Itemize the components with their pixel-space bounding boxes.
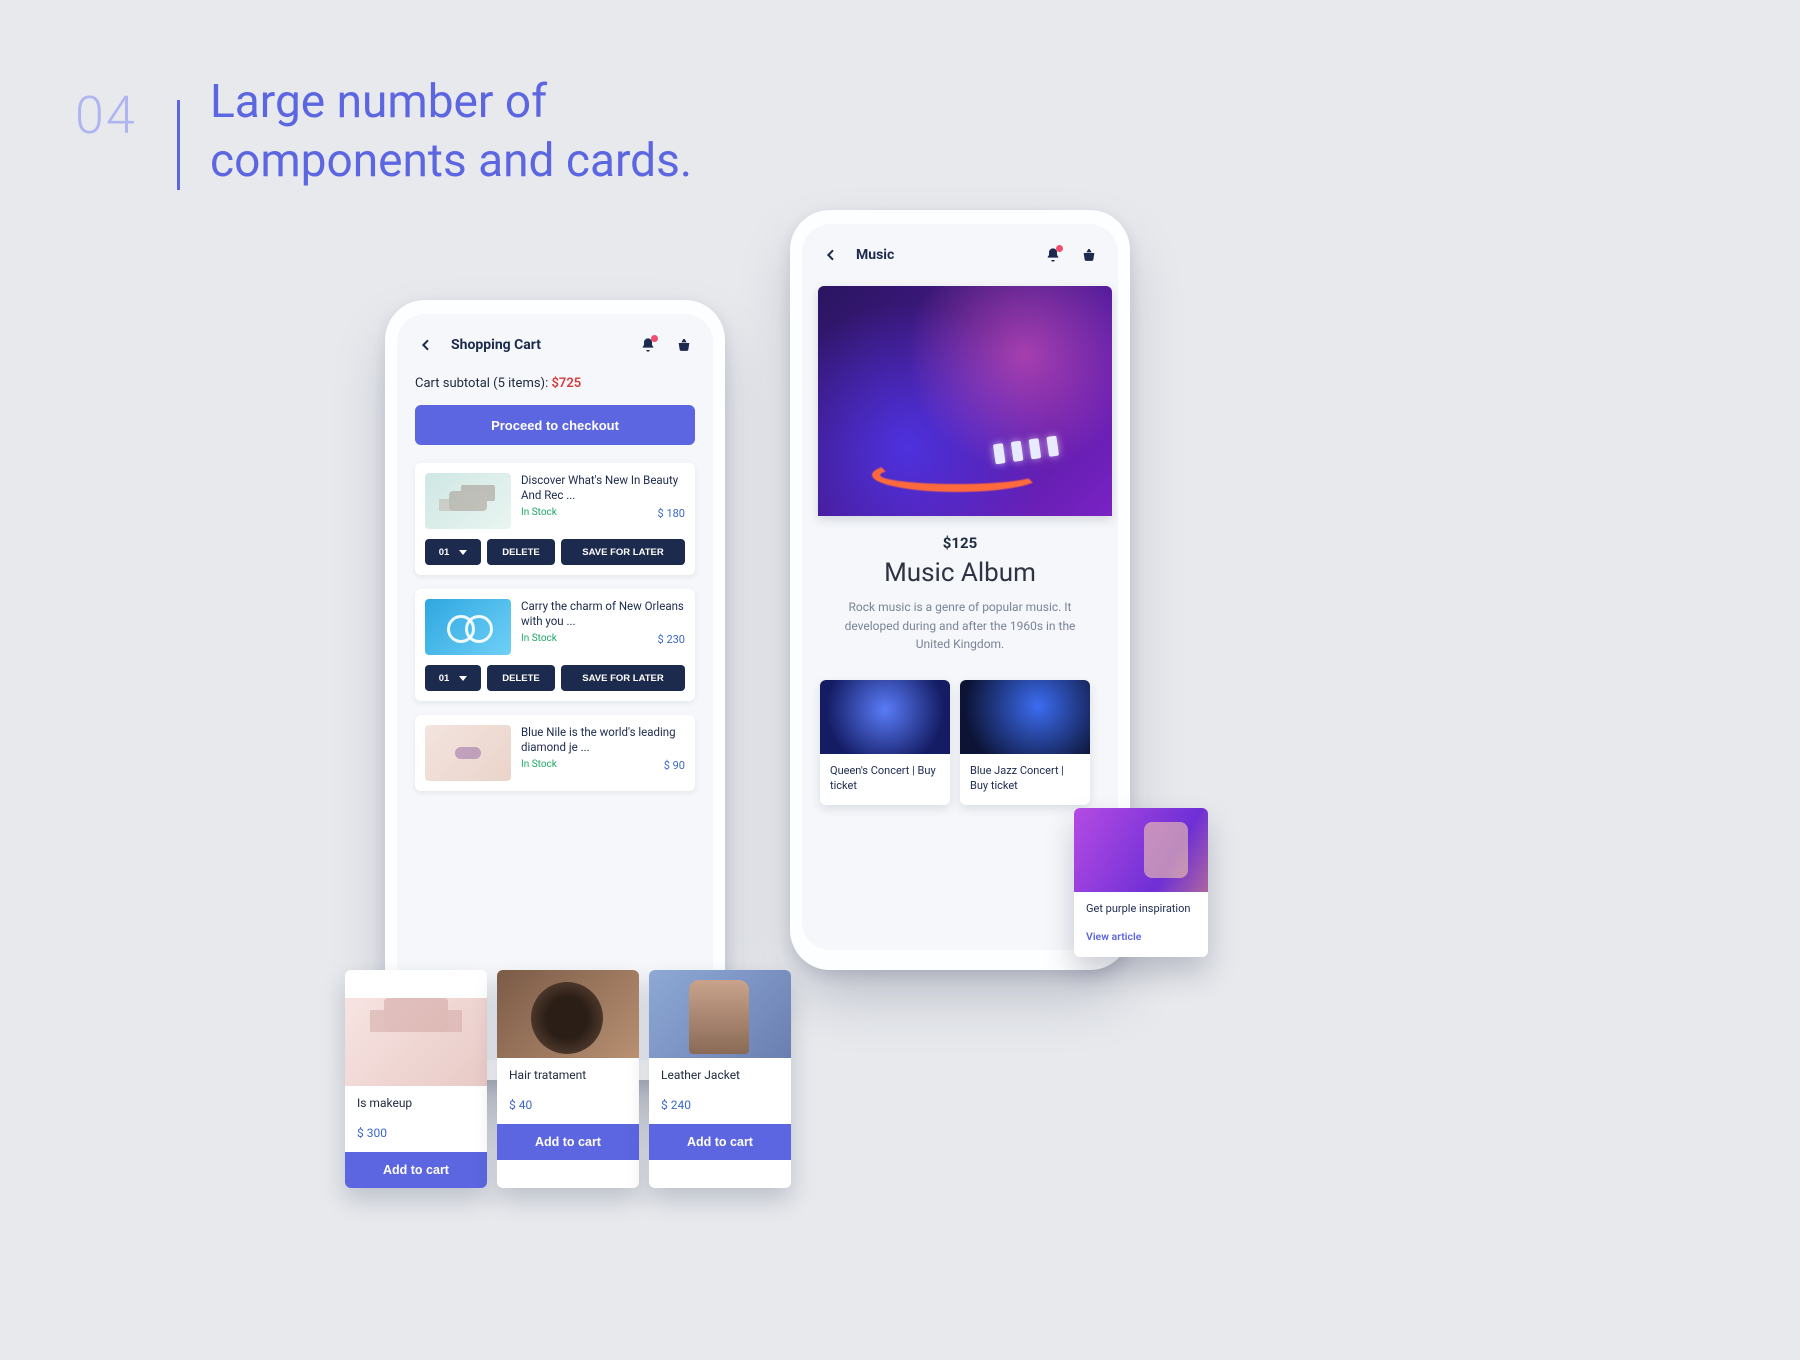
cart-item: Carry the charm of New Orleans with you … (415, 589, 695, 701)
product-card[interactable]: Hair tratament $ 40 Add to cart (497, 970, 639, 1188)
cart-item-title: Carry the charm of New Orleans with you … (521, 599, 685, 629)
cart-header-title: Shopping Cart (451, 337, 541, 353)
cart-item: Blue Nile is the world's leading diamond… (415, 715, 695, 791)
music-description: Rock music is a genre of popular music. … (832, 598, 1088, 654)
qty-select[interactable]: 01 (425, 539, 481, 565)
inspiration-title: Get purple inspiration (1086, 902, 1196, 916)
cart-item: Discover What's New In Beauty And Rec ..… (415, 463, 695, 575)
cart-subtotal-text: Cart subtotal (5 items): (415, 376, 551, 391)
bell-icon[interactable] (637, 334, 659, 356)
section-rule (177, 100, 180, 190)
music-hero-image (818, 286, 1112, 516)
notification-dot (651, 335, 658, 342)
music-header-title: Music (856, 247, 894, 263)
inspiration-thumb (1074, 808, 1208, 892)
cart-item-price: $ 230 (658, 633, 685, 646)
cart-item-stock: In Stock (521, 507, 557, 520)
concert-thumb (960, 680, 1090, 754)
checkout-button[interactable]: Proceed to checkout (415, 405, 695, 445)
cart-subtotal-amount: $725 (551, 376, 581, 391)
notification-dot (1056, 245, 1063, 252)
cart-item-stock: In Stock (521, 633, 557, 646)
cart-item-price: $ 90 (664, 759, 685, 772)
concert-label: Queen's Concert | Buy ticket (820, 754, 950, 806)
cart-item-thumb (425, 473, 511, 529)
cart-item-price: $ 180 (658, 507, 685, 520)
product-title: Leather Jacket (661, 1068, 779, 1082)
delete-button[interactable]: DELETE (487, 665, 555, 691)
product-price: $ 40 (509, 1098, 627, 1112)
product-thumb (345, 998, 487, 1086)
phone-cart-screen: Shopping Cart Cart subtotal (5 items): $… (397, 314, 713, 1060)
inspiration-card[interactable]: Get purple inspiration View article (1074, 808, 1208, 957)
basket-icon[interactable] (673, 334, 695, 356)
delete-button[interactable]: DELETE (487, 539, 555, 565)
back-icon[interactable] (415, 334, 437, 356)
concert-row: Queen's Concert | Buy ticket Blue Jazz C… (820, 680, 1100, 806)
save-for-later-button[interactable]: SAVE FOR LATER (561, 665, 685, 691)
cart-topbar: Shopping Cart (415, 334, 695, 356)
add-to-cart-button[interactable]: Add to cart (345, 1152, 487, 1188)
product-row: Is makeup $ 300 Add to cart Hair tratame… (345, 970, 791, 1188)
section-title: Large number of components and cards. (210, 73, 692, 191)
concert-label: Blue Jazz Concert | Buy ticket (960, 754, 1090, 806)
cart-item-thumb (425, 599, 511, 655)
basket-icon[interactable] (1078, 244, 1100, 266)
product-thumb (497, 970, 639, 1058)
save-for-later-button[interactable]: SAVE FOR LATER (561, 539, 685, 565)
qty-select[interactable]: 01 (425, 665, 481, 691)
music-title: Music Album (820, 558, 1100, 588)
section-number: 04 (75, 85, 137, 146)
phone-music-screen: Music $125 Music Album Rock music is a g… (802, 224, 1118, 950)
add-to-cart-button[interactable]: Add to cart (649, 1124, 791, 1160)
product-title: Is makeup (357, 1096, 475, 1110)
product-card[interactable]: Is makeup $ 300 Add to cart (345, 970, 487, 1188)
section-title-line2: components and cards. (210, 134, 692, 188)
product-title: Hair tratament (509, 1068, 627, 1082)
bell-icon[interactable] (1042, 244, 1064, 266)
add-to-cart-button[interactable]: Add to cart (497, 1124, 639, 1160)
music-topbar: Music (820, 244, 1100, 266)
product-price: $ 300 (357, 1126, 475, 1140)
cart-item-thumb (425, 725, 511, 781)
concert-card[interactable]: Queen's Concert | Buy ticket (820, 680, 950, 806)
section-title-line1: Large number of (210, 75, 547, 129)
product-price: $ 240 (661, 1098, 779, 1112)
back-icon[interactable] (820, 244, 842, 266)
inspiration-link[interactable]: View article (1086, 930, 1196, 943)
concert-thumb (820, 680, 950, 754)
cart-item-stock: In Stock (521, 759, 557, 772)
music-price: $125 (820, 534, 1100, 552)
concert-card[interactable]: Blue Jazz Concert | Buy ticket (960, 680, 1090, 806)
phone-cart: Shopping Cart Cart subtotal (5 items): $… (385, 300, 725, 1080)
product-thumb (649, 970, 791, 1058)
cart-subtotal: Cart subtotal (5 items): $725 (415, 376, 695, 391)
cart-item-title: Discover What's New In Beauty And Rec ..… (521, 473, 685, 503)
product-card[interactable]: Leather Jacket $ 240 Add to cart (649, 970, 791, 1188)
cart-item-title: Blue Nile is the world's leading diamond… (521, 725, 685, 755)
